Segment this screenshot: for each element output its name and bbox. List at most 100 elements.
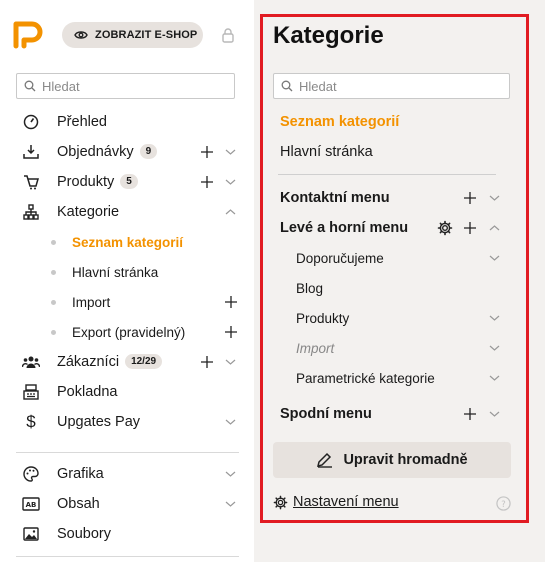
chevron-down-icon[interactable] <box>225 358 236 366</box>
add-menu-item-icon[interactable] <box>463 221 477 235</box>
menu-subitem-blog[interactable]: Blog <box>273 273 510 303</box>
sidebar-subitem-label: Seznam kategorií <box>72 234 184 250</box>
chevron-down-icon[interactable] <box>225 148 236 156</box>
gear-icon[interactable] <box>437 220 453 236</box>
sidebar-subitem-label: Import <box>72 294 111 310</box>
menu-settings-label: Nastavení menu <box>293 494 399 510</box>
search-icon <box>281 80 293 92</box>
chevron-down-icon[interactable] <box>489 344 500 352</box>
add-product-icon[interactable] <box>200 175 214 189</box>
bulk-edit-button[interactable]: Upravit hromadně <box>273 442 511 478</box>
help-icon[interactable]: ? <box>496 496 511 511</box>
add-menu-item-icon[interactable] <box>463 407 477 421</box>
menu-subitem-doporucujeme[interactable]: Doporučujeme <box>273 243 510 273</box>
dashboard-icon <box>22 113 40 131</box>
sidebar-subitem-export[interactable]: Export (pravidelný) <box>0 317 254 347</box>
view-eshop-button[interactable]: ZOBRAZIT E-SHOP <box>62 22 203 48</box>
panel-search[interactable] <box>273 73 510 99</box>
menu-subitem-label: Parametrické kategorie <box>296 370 435 386</box>
sidebar-item-label: Grafika <box>57 466 104 482</box>
sidebar-item-pokladna[interactable]: Pokladna <box>0 377 254 407</box>
sidebar-subitem-hlavni-stranka[interactable]: Hlavní stránka <box>0 257 254 287</box>
bullet <box>51 329 56 335</box>
sidebar-item-produkty[interactable]: Produkty 5 <box>0 167 254 197</box>
svg-text:AB: AB <box>26 501 37 509</box>
sidebar-item-soubory[interactable]: Soubory <box>0 519 254 549</box>
menu-subitem-parametricke[interactable]: Parametrické kategorie <box>273 363 510 393</box>
sidebar-item-label: Zákazníci <box>57 354 120 370</box>
pencil-icon <box>317 452 333 468</box>
orders-icon <box>22 143 40 161</box>
sidebar-item-grafika[interactable]: Grafika <box>0 459 254 489</box>
add-export-icon[interactable] <box>224 325 238 339</box>
chevron-down-icon[interactable] <box>489 194 500 202</box>
add-import-icon[interactable] <box>224 295 238 309</box>
sidebar-item-zakaznici[interactable]: Zákazníci 12/29 <box>0 347 254 377</box>
menu-subitem-label: Blog <box>296 280 324 296</box>
bullet <box>51 239 56 245</box>
add-order-icon[interactable] <box>200 145 214 159</box>
sidebar-subitem-seznam-kategorii[interactable]: Seznam kategorií <box>0 227 254 257</box>
sidebar-item-objednavky[interactable]: Objednávky 9 <box>0 137 254 167</box>
menu-subitem-produkty[interactable]: Produkty <box>273 303 510 333</box>
sidebar-item-kategorie[interactable]: Kategorie <box>0 197 254 227</box>
sidebar-item-label: Přehled <box>57 114 107 130</box>
palette-icon <box>22 465 40 483</box>
upgates-logo-icon[interactable] <box>12 20 46 52</box>
sidebar-item-label: Kategorie <box>57 204 120 220</box>
chevron-down-icon[interactable] <box>489 374 500 382</box>
chevron-down-icon[interactable] <box>489 314 500 322</box>
count-badge: 12/29 <box>125 354 163 369</box>
sidebar-subitem-import[interactable]: Import <box>0 287 254 317</box>
menu-row-kontaktni[interactable]: Kontaktní menu <box>273 183 510 213</box>
chevron-down-icon[interactable] <box>225 500 236 508</box>
add-menu-item-icon[interactable] <box>463 191 477 205</box>
bullet <box>51 269 56 275</box>
image-icon <box>22 525 40 543</box>
sidebar: ZOBRAZIT E-SHOP Přehled Objednávky 9 Prod… <box>0 0 254 562</box>
chevron-down-icon[interactable] <box>489 410 500 418</box>
lock-icon[interactable] <box>220 27 236 43</box>
chevron-down-icon[interactable] <box>489 254 500 262</box>
sidebar-item-label: Objednávky <box>57 144 134 160</box>
panel-link-hlavni-stranka[interactable]: Hlavní stránka <box>280 144 373 160</box>
sidebar-divider <box>16 452 239 453</box>
content-icon: AB <box>22 495 40 513</box>
menu-row-spodni[interactable]: Spodní menu <box>273 399 510 429</box>
sidebar-search[interactable] <box>16 73 235 99</box>
dollar-icon: $ <box>26 412 36 431</box>
menu-subitem-label: Import <box>296 340 335 356</box>
categories-icon <box>22 203 40 221</box>
menu-settings-link[interactable]: Nastavení menu <box>273 494 399 510</box>
add-customer-icon[interactable] <box>200 355 214 369</box>
sidebar-item-label: Produkty <box>57 174 115 190</box>
panel-search-input[interactable] <box>299 78 479 94</box>
sidebar-item-label: Soubory <box>57 526 112 542</box>
panel-link-seznam-kategorii[interactable]: Seznam kategorií <box>280 114 399 130</box>
sidebar-item-prehled[interactable]: Přehled <box>0 107 254 137</box>
sidebar-subitem-label: Export (pravidelný) <box>72 324 186 340</box>
chevron-down-icon[interactable] <box>225 178 236 186</box>
customers-icon <box>22 353 40 371</box>
menu-row-leve-horni[interactable]: Levé a horní menu <box>273 213 510 243</box>
chevron-down-icon[interactable] <box>225 470 236 478</box>
eye-icon <box>74 31 88 39</box>
count-badge: 9 <box>139 144 158 159</box>
sidebar-search-input[interactable] <box>42 78 222 94</box>
sidebar-item-obsah[interactable]: AB Obsah <box>0 489 254 519</box>
bulk-edit-label: Upravit hromadně <box>343 452 468 468</box>
chevron-up-icon[interactable] <box>489 224 500 232</box>
chevron-up-icon[interactable] <box>225 208 236 216</box>
menu-subitem-import[interactable]: Import <box>273 333 510 363</box>
gear-icon <box>273 495 288 509</box>
page-title: Kategorie <box>273 22 384 49</box>
menu-subitem-label: Doporučujeme <box>296 250 384 266</box>
menu-row-label: Spodní menu <box>280 406 372 422</box>
sidebar-nav-secondary: Grafika AB Obsah Soubory <box>0 459 254 549</box>
sidebar-divider <box>16 556 239 557</box>
menu-subitem-label: Produkty <box>296 310 350 326</box>
menu-row-label: Levé a horní menu <box>280 220 409 236</box>
chevron-down-icon[interactable] <box>225 418 236 426</box>
view-eshop-label: ZOBRAZIT E-SHOP <box>95 29 198 41</box>
sidebar-item-upgates-pay[interactable]: $ Upgates Pay <box>0 407 254 437</box>
